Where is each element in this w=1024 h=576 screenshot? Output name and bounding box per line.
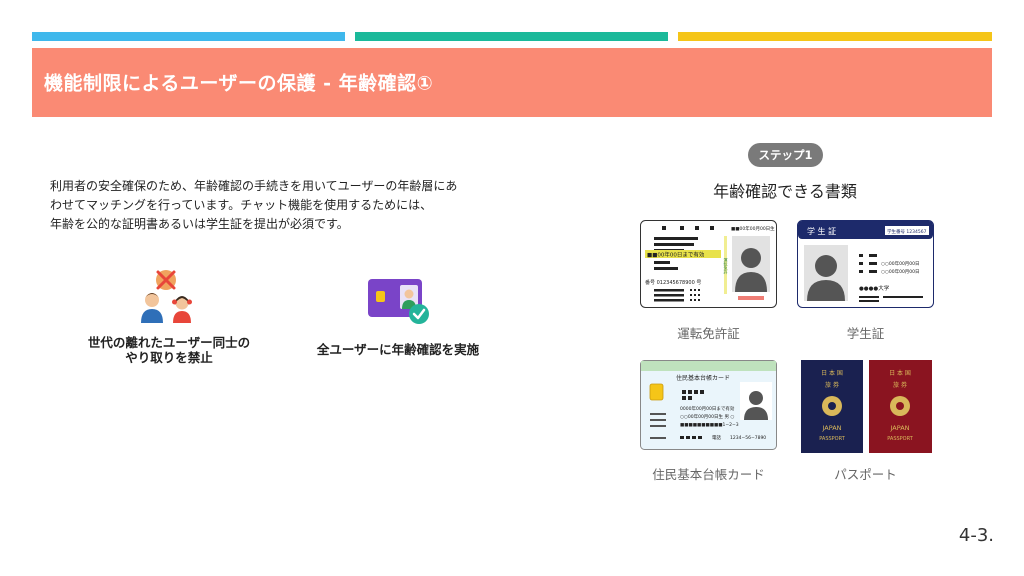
student-id-row1: ○○00年00月00日 (881, 260, 920, 267)
student-id-icon: 学 生 証 学生番号 1234567 ○○00年00月00日 ○○00年00月0… (797, 220, 934, 308)
passport-red-country: JAPAN (889, 424, 909, 432)
feature-label-no-contact: 世代の離れたユーザー同士の やり取りを禁止 (72, 335, 266, 365)
intro-line: 年齢を公的な証明書あるいは学生証を提出が必須です。 (50, 217, 349, 231)
student-id-row2: ○○00年00月00日 (881, 268, 920, 275)
caption-drivers-license: 運転免許証 (677, 326, 740, 341)
resident-card-valid: 0000年00月00日まで有効 (680, 405, 735, 412)
student-id-title: 学 生 証 (807, 226, 836, 236)
license-birthdate: ■■00年00月00日生 (731, 225, 775, 232)
resident-card-address: ■■■■■■■■■■1−2−3 (680, 422, 739, 428)
passport-red-top: 日 本 国 (889, 369, 911, 377)
id-verified-icon (368, 279, 429, 324)
license-number: 番号 012345678900 号 (645, 279, 701, 286)
passport-red-label: PASSPORT (887, 436, 914, 442)
page-number: 4-3. (958, 525, 994, 546)
passport-icon: 日 本 国 旅 券 JAPAN PASSPORT 日 本 国 旅 券 JAPAN… (801, 360, 932, 453)
license-valid-until: ■■00年00日まで有効 (647, 251, 705, 259)
resident-card-birth: ○○00年00月00日生 男 ○ (680, 413, 734, 420)
student-id-number: 学生番号 1234567 (887, 228, 927, 235)
passport-blue-top: 日 本 国 (821, 369, 843, 377)
caption-student-id: 学生証 (846, 326, 885, 341)
passport-blue-label: PASSPORT (819, 436, 846, 442)
caption-passport: パスポート (834, 467, 897, 482)
intro-line: わせてマッチングを行っています。チャット機能を使用するためには、 (50, 198, 433, 212)
no-contact-people-icon (141, 270, 192, 323)
resident-card-icon: 住民基本台帳カード 0000年00月00日まで有効 ○○00年00月00日生 男… (640, 360, 777, 450)
student-id-university: ●●●●大学 (859, 284, 890, 292)
passport-blue-mid: 旅 券 (825, 381, 839, 389)
accent-bar-blue (32, 32, 345, 41)
feature-label-age-verify: 全ユーザーに年齢確認を実施 (298, 342, 498, 357)
resident-card-tel: 1234−56−7890 (730, 435, 766, 441)
step-badge: ステップ1 (748, 143, 823, 167)
license-side-text: 運転免許 (724, 257, 729, 275)
caption-resident-card: 住民基本台帳カード (652, 467, 765, 482)
resident-card-tel-label: 電話 (712, 434, 721, 441)
accent-bar-green (355, 32, 668, 41)
drivers-license-icon: ■■00年00月00日生 ■■00年00日まで有効 番号 01234567890… (640, 220, 777, 308)
documents-title: 年齢確認できる書類 (713, 182, 857, 201)
passport-red-mid: 旅 券 (893, 381, 907, 389)
feature-label-line: やり取りを禁止 (125, 350, 213, 365)
page-title: 機能制限によるユーザーの保護 - 年齢確認① (44, 72, 434, 95)
accent-bar-yellow (678, 32, 992, 41)
intro-line: 利用者の安全確保のため、年齢確認の手続きを用いてユーザーの年齢層にあ (50, 179, 458, 193)
passport-blue-country: JAPAN (821, 424, 841, 432)
resident-card-title: 住民基本台帳カード (676, 374, 730, 382)
feature-label-line: 世代の離れたユーザー同士の (87, 335, 251, 350)
intro-paragraph: 利用者の安全確保のため、年齢確認の手続きを用いてユーザーの年齢層にあ わせてマッ… (50, 177, 510, 234)
feature-label-line: 全ユーザーに年齢確認を実施 (316, 342, 480, 357)
